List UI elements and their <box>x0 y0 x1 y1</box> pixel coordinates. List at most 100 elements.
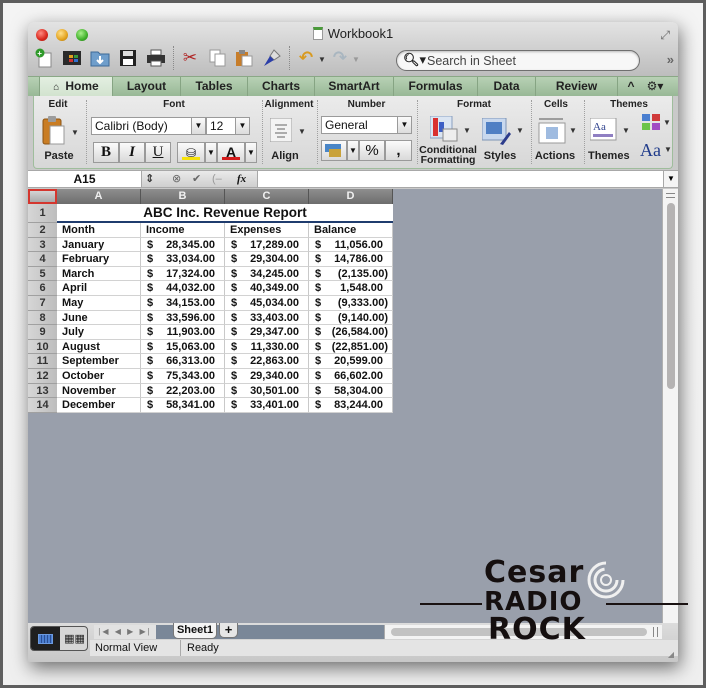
ribbon-settings-button[interactable]: ⚙▾ <box>640 77 670 97</box>
row-header[interactable]: 4 <box>28 252 57 267</box>
cell-balance[interactable]: $66,602.00 <box>309 369 393 384</box>
resize-grip-icon[interactable]: ◢ <box>668 650 674 659</box>
cut-button[interactable]: ✂ <box>180 48 200 68</box>
font-size-select[interactable]: 12 ▼ <box>206 117 250 135</box>
cell-balance[interactable]: $ (9,140.00) <box>309 310 393 326</box>
align-dropdown-icon[interactable]: ▼ <box>298 127 306 136</box>
cell-income[interactable]: $58,341.00 <box>141 398 225 413</box>
split-handle[interactable] <box>666 193 675 198</box>
cell-month[interactable]: February <box>57 252 141 267</box>
cell-balance[interactable]: $83,244.00 <box>309 398 393 413</box>
formula-input[interactable] <box>259 171 659 187</box>
search-icon[interactable]: 🔍︎▾ <box>403 52 426 68</box>
themes-button[interactable]: Aa ▼ Themes <box>588 116 634 164</box>
row-header[interactable]: 7 <box>28 296 57 311</box>
font-color-button[interactable]: A <box>217 142 245 163</box>
paste-dropdown-icon[interactable]: ▼ <box>71 128 79 137</box>
cell-expenses[interactable]: $29,347.00 <box>225 325 309 340</box>
cell-balance[interactable]: $ (26,584.00) <box>309 325 393 340</box>
cell-month[interactable]: November <box>57 383 141 399</box>
number-format-select[interactable]: General ▼ <box>321 116 412 134</box>
collapse-ribbon-button[interactable]: ^ <box>622 77 640 97</box>
vertical-scroll-thumb[interactable] <box>667 203 675 389</box>
new-workbook-button[interactable]: + <box>34 48 54 68</box>
name-box[interactable]: A15 <box>28 171 141 187</box>
cell-expenses[interactable]: $33,401.00 <box>225 398 309 413</box>
enter-formula-icon[interactable]: ✔ <box>192 172 201 186</box>
header-cell-balance[interactable]: Balance <box>309 223 393 238</box>
cell-balance[interactable]: $ (2,135.00) <box>309 266 393 282</box>
add-sheet-button[interactable]: + <box>219 623 238 638</box>
column-header-b[interactable]: B <box>141 189 225 204</box>
cell-month[interactable]: August <box>57 339 141 355</box>
column-header-c[interactable]: C <box>225 189 309 204</box>
row-header[interactable]: 6 <box>28 281 57 296</box>
conditional-formatting-button[interactable]: ▼ Conditional Formatting <box>419 116 477 166</box>
cell-balance[interactable]: $58,304.00 <box>309 383 393 399</box>
bold-button[interactable]: B <box>93 142 119 163</box>
comma-style-button[interactable]: , <box>385 140 412 161</box>
page-layout-view-button[interactable]: ▦▦ <box>60 627 87 650</box>
select-all-button[interactable] <box>28 189 57 204</box>
row-header[interactable]: 13 <box>28 383 57 399</box>
cell-income[interactable]: $75,343.00 <box>141 369 225 384</box>
cell-expenses[interactable]: $17,289.00 <box>225 237 309 253</box>
cell-month[interactable]: April <box>57 281 141 296</box>
accounting-format-button[interactable] <box>321 140 347 161</box>
tab-data[interactable]: Data <box>478 77 536 97</box>
row-header[interactable]: 9 <box>28 325 57 340</box>
conditional-formatting-dropdown-icon[interactable]: ▼ <box>463 126 471 135</box>
cell-balance[interactable]: $1,548.00 <box>309 281 393 296</box>
styles-button[interactable]: ▼ Styles <box>480 116 526 164</box>
italic-button[interactable]: I <box>119 142 145 163</box>
cell-expenses[interactable]: $11,330.00 <box>225 339 309 355</box>
cell-month[interactable]: June <box>57 310 141 326</box>
cell-expenses[interactable]: $34,245.00 <box>225 266 309 282</box>
cell-expenses[interactable]: $45,034.00 <box>225 296 309 311</box>
cell-month[interactable]: March <box>57 266 141 282</box>
insert-function-icon[interactable]: fx <box>237 172 246 186</box>
templates-button[interactable] <box>62 48 82 68</box>
cell-month[interactable]: September <box>57 354 141 369</box>
print-button[interactable] <box>146 48 166 68</box>
sheet-navigation[interactable]: |◀ ◀ ▶ ▶| <box>94 625 156 639</box>
row-header[interactable]: 2 <box>28 223 57 238</box>
cell-month[interactable]: October <box>57 369 141 384</box>
cell-income[interactable]: $66,313.00 <box>141 354 225 369</box>
cell-income[interactable]: $34,153.00 <box>141 296 225 311</box>
cell-income[interactable]: $28,345.00 <box>141 237 225 253</box>
normal-view-button[interactable] <box>31 627 60 650</box>
row-header[interactable]: 5 <box>28 266 57 282</box>
save-button[interactable] <box>118 48 138 68</box>
tab-review[interactable]: Review <box>536 77 618 97</box>
cell-month[interactable]: May <box>57 296 141 311</box>
cell-income[interactable]: $22,203.00 <box>141 383 225 399</box>
column-header-a[interactable]: A <box>57 189 141 204</box>
cell-income[interactable]: $33,034.00 <box>141 252 225 267</box>
expand-formula-bar-icon[interactable]: ▼ <box>663 171 678 187</box>
cell-balance[interactable]: $20,599.00 <box>309 354 393 369</box>
cell-month[interactable]: December <box>57 398 141 413</box>
tab-home[interactable]: ⌂ Home <box>39 77 113 97</box>
cell-expenses[interactable]: $40,349.00 <box>225 281 309 296</box>
redo-button[interactable]: ↷ <box>330 48 350 68</box>
cell-expenses[interactable]: $29,340.00 <box>225 369 309 384</box>
open-button[interactable] <box>90 48 110 68</box>
cell-actions-dropdown-icon[interactable]: ▼ <box>569 126 577 135</box>
cell-income[interactable]: $11,903.00 <box>141 325 225 340</box>
cell-income[interactable]: $17,324.00 <box>141 266 225 282</box>
highlight-dropdown-button[interactable]: ▼ <box>205 142 217 163</box>
report-title-cell[interactable]: ABC Inc. Revenue Report <box>57 204 393 223</box>
row-header[interactable]: 12 <box>28 369 57 384</box>
tab-formulas[interactable]: Formulas <box>394 77 478 97</box>
accounting-dropdown-button[interactable]: ▼ <box>347 140 359 161</box>
name-box-stepper-icon[interactable]: ⇕ <box>145 172 154 186</box>
formula-builder-icon[interactable]: (– <box>212 172 222 186</box>
cell-expenses[interactable]: $29,304.00 <box>225 252 309 267</box>
fullscreen-icon[interactable]: ⤢ <box>660 28 670 43</box>
align-button[interactable]: ▼ Align <box>268 116 312 164</box>
row-header[interactable]: 1 <box>28 204 57 223</box>
theme-fonts-button[interactable]: Aa ▼ <box>640 140 672 162</box>
highlight-color-button[interactable]: ⛁ <box>177 142 205 163</box>
redo-dropdown-icon[interactable]: ▼ <box>352 55 360 64</box>
